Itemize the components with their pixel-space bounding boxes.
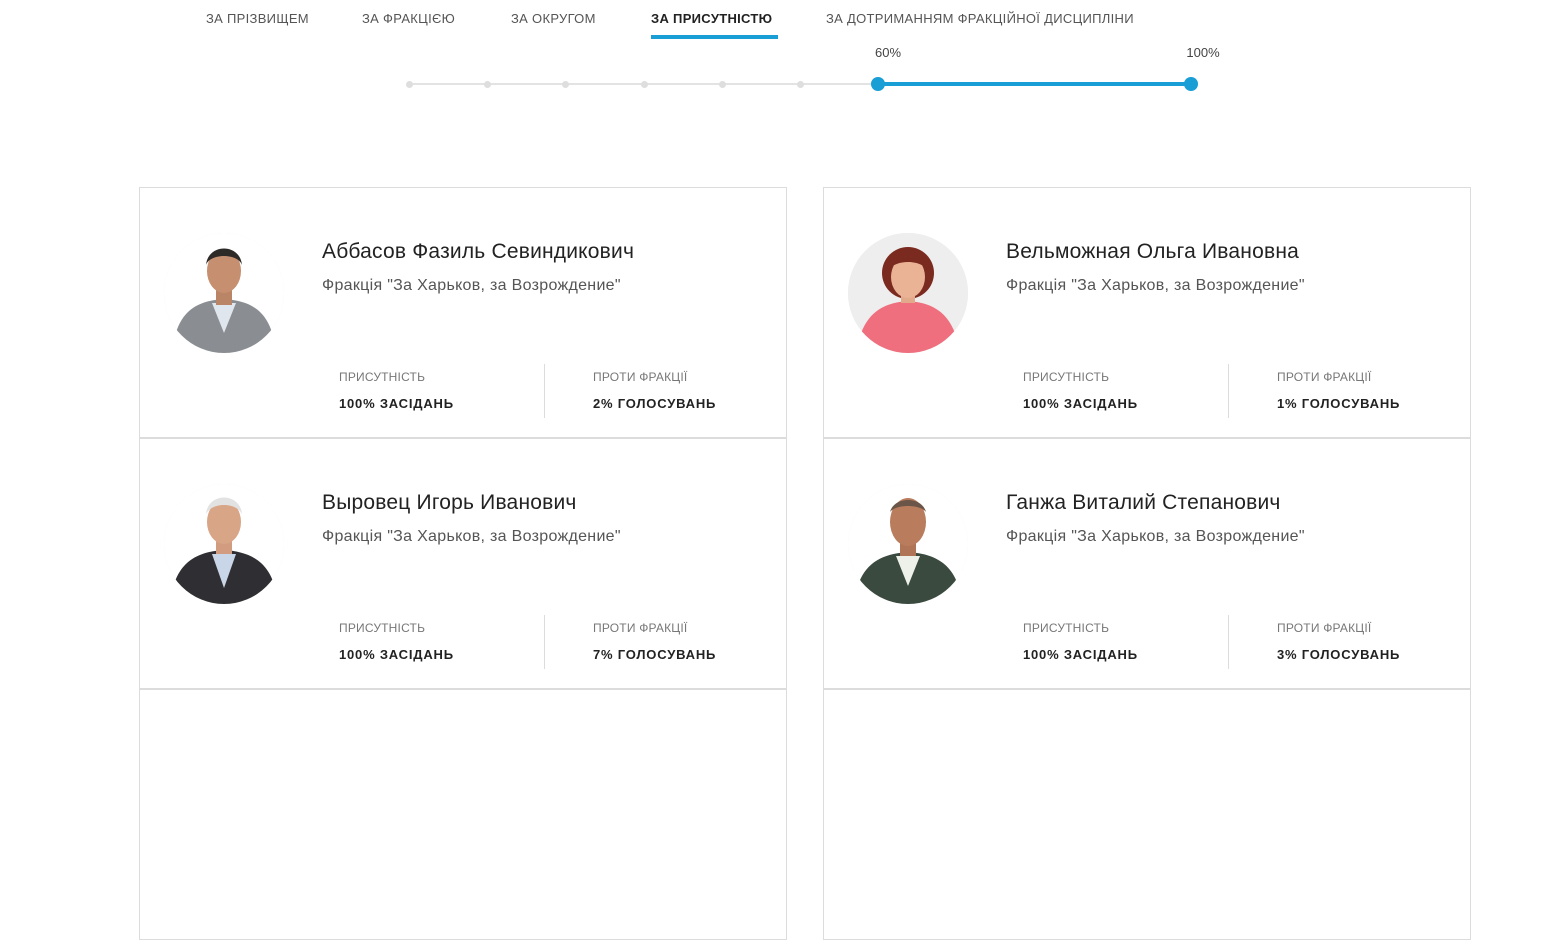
stat-divider: [1228, 364, 1229, 418]
deputy-photo: [164, 484, 284, 604]
attendance-value: 100% засідань: [339, 647, 454, 662]
deputy-card[interactable]: [139, 689, 787, 940]
deputy-name[interactable]: Ганжа Виталий Степанович: [1006, 491, 1281, 515]
attendance-label: Присутність: [339, 370, 426, 384]
against-faction-value: 7% голосувань: [593, 647, 717, 662]
attendance-label: Присутність: [1023, 370, 1110, 384]
against-faction-label: Проти фракції: [593, 621, 688, 635]
deputy-name[interactable]: Выровец Игорь Иванович: [322, 491, 577, 515]
against-faction-label: Проти фракції: [593, 370, 688, 384]
against-faction-label: Проти фракції: [1277, 370, 1372, 384]
deputy-photo: [848, 233, 968, 353]
deputy-card[interactable]: Вельможная Ольга Ивановна Фракція "За Ха…: [823, 187, 1471, 438]
stat-divider: [1228, 615, 1229, 669]
deputy-faction: Фракція "За Харьков, за Возрождение": [1006, 277, 1305, 294]
deputy-faction: Фракція "За Харьков, за Возрождение": [1006, 528, 1305, 545]
deputy-card[interactable]: Выровец Игорь Иванович Фракція "За Харьк…: [139, 438, 787, 689]
deputy-card[interactable]: Аббасов Фазиль Севиндикович Фракція "За …: [139, 187, 787, 438]
attendance-value: 100% засідань: [1023, 647, 1138, 662]
deputy-card[interactable]: [823, 689, 1471, 940]
attendance-label: Присутність: [1023, 621, 1110, 635]
against-faction-value: 1% голосувань: [1277, 396, 1401, 411]
deputy-card[interactable]: Ганжа Виталий Степанович Фракція "За Хар…: [823, 438, 1471, 689]
deputy-name[interactable]: Аббасов Фазиль Севиндикович: [322, 240, 634, 264]
deputies-grid: Аббасов Фазиль Севиндикович Фракція "За …: [0, 0, 1541, 940]
deputy-photo: [848, 484, 968, 604]
attendance-label: Присутність: [339, 621, 426, 635]
against-faction-label: Проти фракції: [1277, 621, 1372, 635]
stat-divider: [544, 615, 545, 669]
deputy-faction: Фракція "За Харьков, за Возрождение": [322, 528, 621, 545]
deputy-faction: Фракція "За Харьков, за Возрождение": [322, 277, 621, 294]
against-faction-value: 2% голосувань: [593, 396, 717, 411]
against-faction-value: 3% голосувань: [1277, 647, 1401, 662]
deputy-photo: [164, 233, 284, 353]
deputy-name[interactable]: Вельможная Ольга Ивановна: [1006, 240, 1299, 264]
attendance-value: 100% засідань: [339, 396, 454, 411]
stat-divider: [544, 364, 545, 418]
attendance-value: 100% засідань: [1023, 396, 1138, 411]
